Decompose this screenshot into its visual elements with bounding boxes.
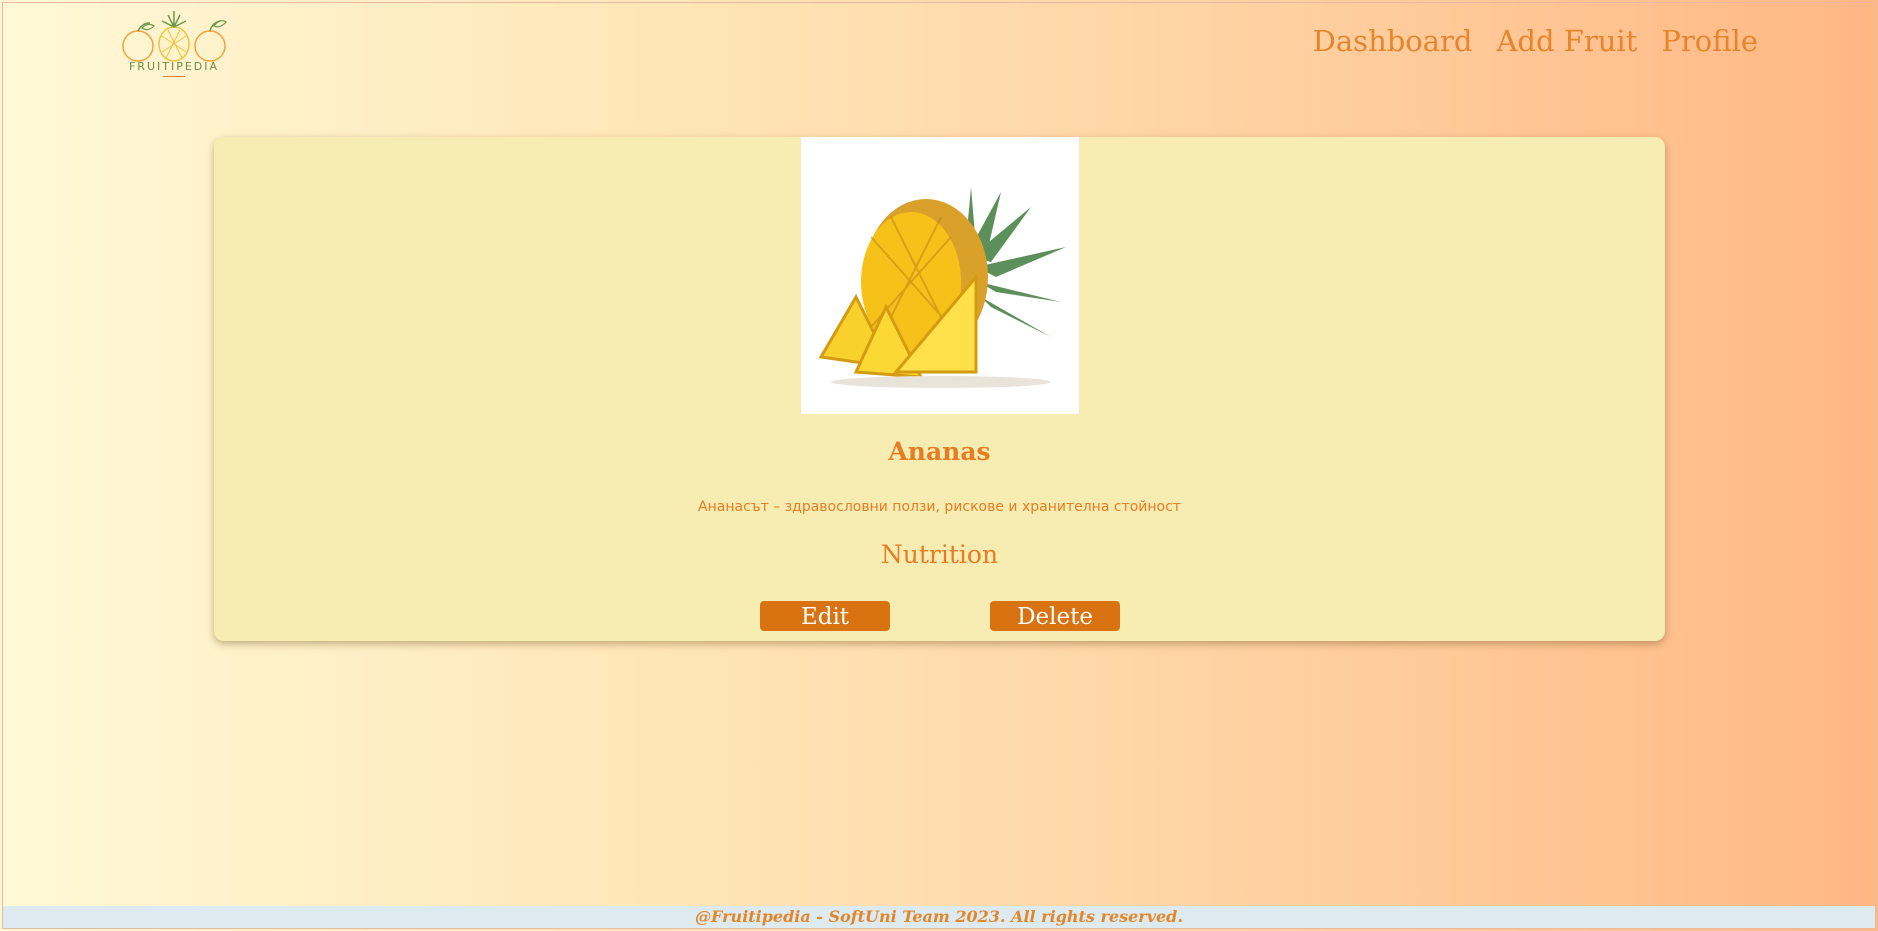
pineapple-image-icon: [818, 187, 1066, 388]
logo-underline: [163, 76, 185, 77]
nav-profile[interactable]: Profile: [1661, 24, 1758, 58]
delete-button[interactable]: Delete: [990, 601, 1120, 631]
fruit-name: Ananas: [888, 437, 991, 466]
footer: @Fruitipedia - SoftUni Team 2023. All ri…: [3, 906, 1875, 928]
nutrition-heading: Nutrition: [880, 540, 999, 569]
header: FRUITIPEDIA Dashboard Add Fruit Profile: [0, 0, 1878, 95]
logo-text: FRUITIPEDIA: [128, 60, 220, 73]
fruit-description: Ананасът – здравословни ползи, рискове и…: [698, 499, 1181, 515]
fruit-logo-icon: [122, 11, 227, 62]
fruit-details-card: Ananas Ананасът – здравословни ползи, ри…: [214, 137, 1665, 641]
edit-button[interactable]: Edit: [760, 601, 890, 631]
nav-add-fruit[interactable]: Add Fruit: [1496, 24, 1637, 58]
fruitipedia-logo[interactable]: FRUITIPEDIA: [118, 6, 230, 82]
footer-text: @Fruitipedia - SoftUni Team 2023. All ri…: [695, 907, 1183, 926]
nav-dashboard[interactable]: Dashboard: [1313, 24, 1473, 58]
fruit-image: [801, 137, 1079, 414]
main-nav: Dashboard Add Fruit Profile: [1313, 24, 1758, 58]
